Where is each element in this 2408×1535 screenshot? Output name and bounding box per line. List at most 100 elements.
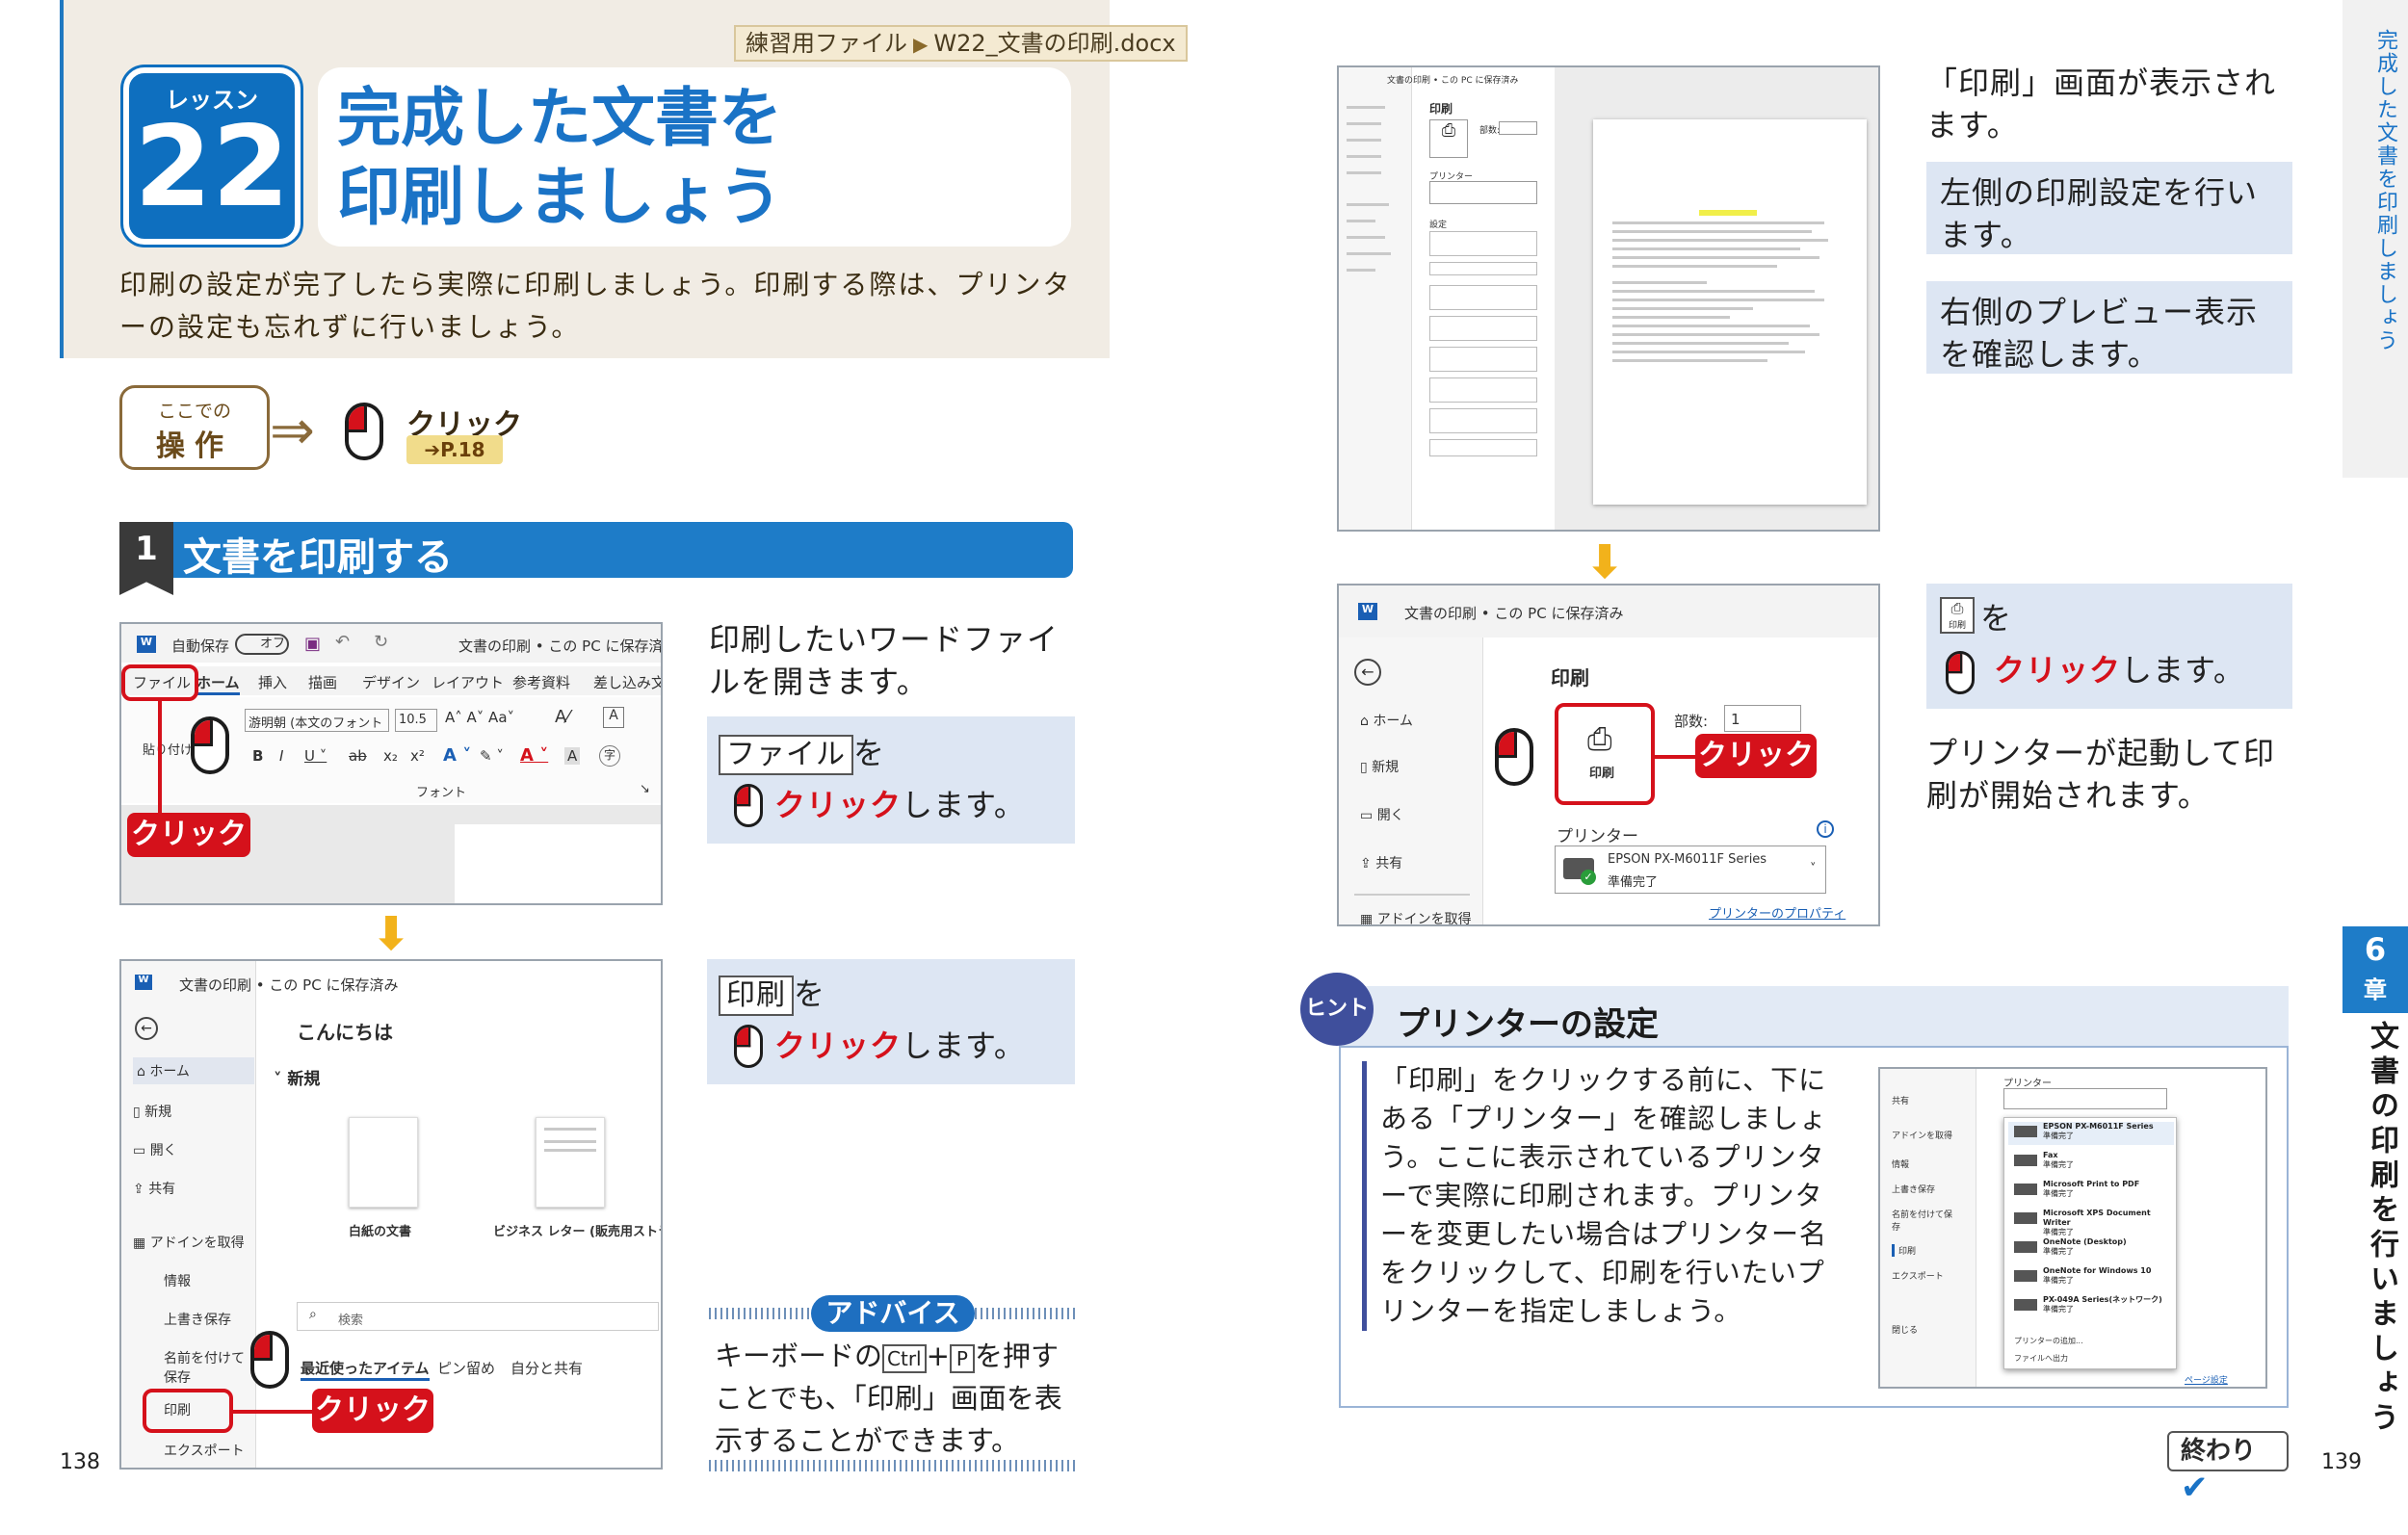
- blank-document-template[interactable]: [349, 1117, 418, 1208]
- underline-icon[interactable]: U ˅: [304, 747, 327, 765]
- settings-label: 設定: [1429, 221, 1448, 230]
- printer-option[interactable]: Microsoft Print to PDF 準備完了: [2043, 1180, 2174, 1209]
- printer-select[interactable]: ✓ EPSON PX-M6011F Series 準備完了 ˅: [1555, 846, 1826, 894]
- printer-option[interactable]: OneNote (Desktop) 準備完了: [2043, 1237, 2174, 1266]
- text-box-icon[interactable]: A: [603, 707, 624, 728]
- clear-format-icon[interactable]: A⁄: [555, 707, 569, 727]
- tab-design[interactable]: デザイン: [362, 672, 420, 692]
- tab-references[interactable]: 参考資料: [512, 672, 570, 692]
- nav-export[interactable]: エクスポート: [1892, 1269, 1944, 1282]
- tab-mailings[interactable]: 差し込み文: [593, 672, 661, 692]
- document-status: 文書の印刷 • この PC に保存済み: [1387, 76, 1519, 86]
- nav-save[interactable]: 上書き保存: [1892, 1183, 1935, 1195]
- nav-share[interactable]: ⇪ 共有: [133, 1179, 175, 1198]
- autosave-toggle[interactable]: オフ: [235, 634, 289, 655]
- printer-select[interactable]: [1429, 181, 1537, 204]
- click-badge: クリック: [1695, 734, 1817, 778]
- copies-label: 部数:: [1674, 713, 1709, 730]
- nav-info[interactable]: 情報: [1892, 1158, 1909, 1170]
- lesson-number: 22: [134, 102, 290, 232]
- chapter-number: 6: [2364, 931, 2387, 968]
- step3-line1: 「印刷」画面が表示されます。: [1926, 65, 2277, 143]
- save-icon[interactable]: ▣: [304, 634, 321, 654]
- font-size-select[interactable]: 10.5: [395, 709, 437, 732]
- strikethrough-icon[interactable]: ab: [349, 747, 367, 765]
- mouse-icon: [734, 784, 768, 832]
- printer-option[interactable]: Microsoft XPS Document Writer 準備完了: [2043, 1209, 2174, 1237]
- highlight-icon[interactable]: ✎ ˅: [480, 747, 504, 765]
- tab-pinned[interactable]: ピン留め: [437, 1358, 495, 1378]
- printer-option[interactable]: Fax 準備完了: [2043, 1151, 2174, 1180]
- print-button[interactable]: ⎙: [1429, 119, 1468, 158]
- nav-home[interactable]: ⌂ ホーム: [133, 1057, 254, 1084]
- enclose-char-icon[interactable]: 字: [599, 745, 620, 767]
- nav-info[interactable]: 情報: [164, 1271, 191, 1290]
- copies-input[interactable]: 1: [1724, 705, 1801, 732]
- nav-save-as[interactable]: 名前を付けて保存: [164, 1348, 250, 1387]
- tab-home[interactable]: ホーム: [196, 672, 240, 695]
- paste-label[interactable]: 貼り付け: [143, 740, 193, 758]
- font-name-select[interactable]: 游明朝 (本文のフォント: [245, 709, 389, 732]
- subscript-icon[interactable]: x₂: [383, 747, 398, 765]
- nav-print[interactable]: 印刷: [1892, 1244, 1916, 1257]
- mouse-icon: [191, 716, 235, 780]
- nav-addins[interactable]: アドインを取得: [1892, 1129, 1952, 1141]
- printer-option[interactable]: OneNote for Windows 10 準備完了: [2043, 1266, 2174, 1295]
- add-printer-link[interactable]: プリンターの追加...: [2014, 1336, 2083, 1346]
- superscript-icon[interactable]: x²: [410, 747, 425, 765]
- nav-save[interactable]: 上書き保存: [164, 1310, 231, 1329]
- nav-new[interactable]: ▯ 新規: [133, 1102, 171, 1121]
- grow-font-icon[interactable]: A˄ A˅ Aa˅: [445, 709, 514, 726]
- nav-open[interactable]: ▭ 開く: [1360, 805, 1404, 824]
- nav-close[interactable]: 閉じる: [1892, 1323, 1918, 1336]
- print-button[interactable]: ⎙ 印刷: [1555, 703, 1655, 805]
- nav-share[interactable]: ⇪ 共有: [1360, 853, 1402, 872]
- mouse-icon: [1946, 651, 1979, 699]
- print-sidebar: 共有 アドインを取得 情報 上書き保存 名前を付けて保存 印刷 エクスポート 閉…: [1880, 1069, 1976, 1387]
- title-bar: W 文書の印刷 • この PC に保存済み: [1339, 585, 1878, 637]
- back-arrow-icon[interactable]: ←: [1354, 659, 1381, 686]
- bold-icon[interactable]: B: [252, 747, 263, 765]
- tab-draw[interactable]: 描画: [308, 672, 337, 692]
- text-effect-icon[interactable]: A ˅: [443, 745, 471, 766]
- p-key: P: [949, 1344, 975, 1373]
- printer-option[interactable]: PX-049A Series(ネットワーク) 準備完了: [2043, 1295, 2174, 1324]
- tab-insert[interactable]: 挿入: [258, 672, 287, 692]
- file-tab-highlight: [121, 664, 198, 701]
- printer-option[interactable]: EPSON PX-M6011F Series 準備完了: [2043, 1122, 2174, 1151]
- step4-after: プリンターが起動して印刷が開始されます。: [1926, 735, 2276, 814]
- nav-save-as[interactable]: 名前を付けて保存: [1892, 1208, 1959, 1233]
- document-status: 文書の印刷 • この PC に保存済み: [1404, 605, 1624, 622]
- char-shading-icon[interactable]: A: [564, 747, 581, 765]
- copies-input[interactable]: [1499, 121, 1537, 135]
- printer-properties-link[interactable]: プリンターのプロパティ: [1709, 903, 1845, 922]
- tab-recent[interactable]: 最近使ったアイテム: [301, 1358, 430, 1381]
- print-to-file-option[interactable]: ファイルへ出力: [2014, 1353, 2068, 1364]
- nav-open[interactable]: ▭ 開く: [133, 1140, 177, 1159]
- nav-home[interactable]: ⌂ ホーム: [1360, 711, 1413, 730]
- undo-icon[interactable]: ↶: [335, 632, 350, 652]
- nav-addins[interactable]: ▦ アドインを取得: [1360, 909, 1472, 924]
- side-index-label: 完成した文書を印刷しましょう: [2373, 29, 2397, 352]
- nav-new[interactable]: ▯ 新規: [1360, 757, 1399, 776]
- back-arrow-icon[interactable]: ←: [135, 1017, 158, 1040]
- dialog-launcher-icon[interactable]: ↘: [640, 782, 650, 796]
- search-input[interactable]: ⌕ 検索: [297, 1302, 659, 1331]
- tab-layout[interactable]: レイアウト: [432, 672, 504, 692]
- nav-addins[interactable]: ▦ アドインを取得: [133, 1233, 245, 1252]
- settings-list[interactable]: [1429, 231, 1537, 462]
- redo-icon[interactable]: ↻: [374, 632, 388, 652]
- copies-label: 部数:: [1479, 126, 1501, 136]
- tab-shared[interactable]: 自分と共有: [510, 1358, 583, 1378]
- callout-line: [158, 701, 162, 826]
- font-color-icon[interactable]: A ˅: [520, 745, 548, 766]
- italic-icon[interactable]: I: [279, 747, 283, 765]
- word-icon: W: [1358, 603, 1377, 620]
- info-icon[interactable]: i: [1817, 820, 1834, 838]
- nav-export[interactable]: エクスポート: [164, 1441, 245, 1460]
- page-setup-link[interactable]: ページ設定: [2185, 1373, 2228, 1386]
- printer-select[interactable]: [2003, 1088, 2167, 1109]
- advice-text: キーボードの Ctrl + P を押すことでも、「印刷」画面を表示することができます。: [715, 1340, 1062, 1457]
- business-letter-template[interactable]: [536, 1117, 605, 1208]
- nav-share[interactable]: 共有: [1892, 1094, 1909, 1106]
